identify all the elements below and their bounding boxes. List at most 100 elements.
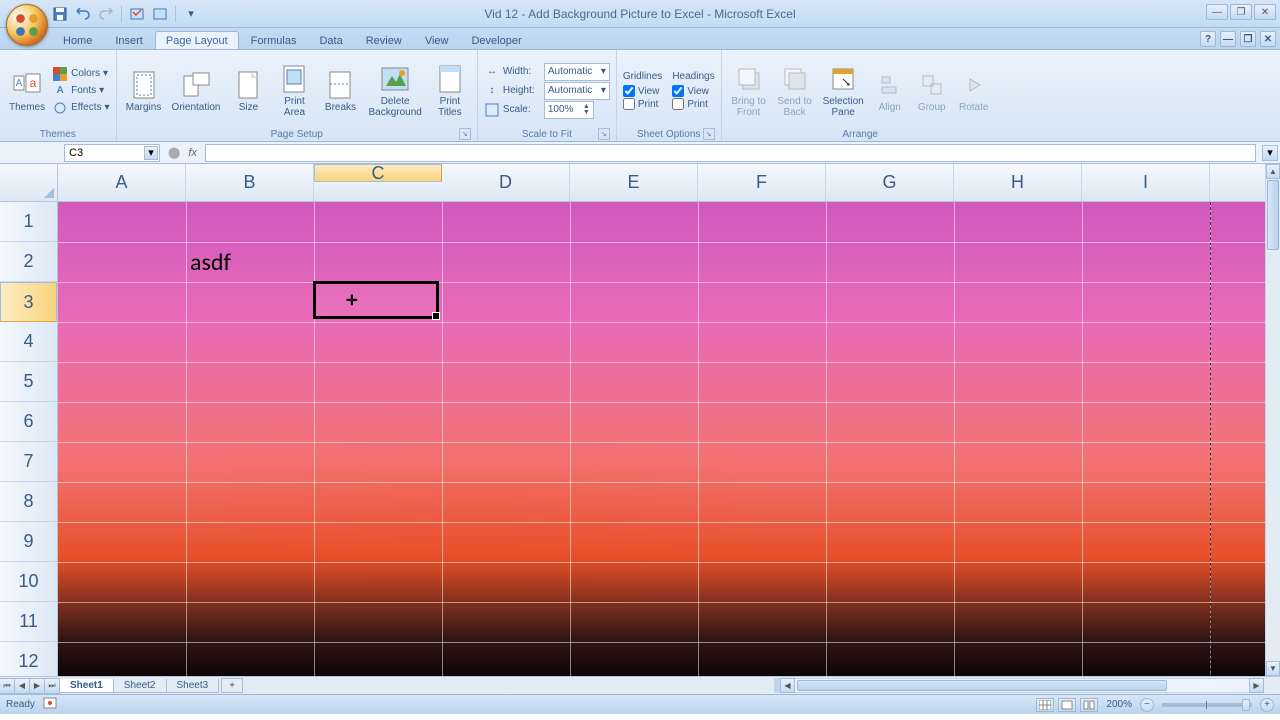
office-button[interactable] (6, 4, 48, 46)
group-button[interactable]: Group (913, 67, 951, 115)
undo-icon[interactable] (75, 6, 91, 22)
headings-view-checkbox[interactable]: View (672, 85, 714, 97)
column-header[interactable]: G (826, 164, 954, 201)
tab-formulas[interactable]: Formulas (240, 31, 308, 49)
effects-button[interactable]: Effects ▾ (52, 100, 109, 116)
scroll-left-icon[interactable]: ◀ (780, 678, 795, 693)
hscroll-thumb[interactable] (797, 680, 1167, 691)
namebox-dropdown-icon[interactable]: ▾ (144, 146, 158, 160)
column-header[interactable]: H (954, 164, 1082, 201)
delete-background-button[interactable]: Delete Background (365, 61, 424, 120)
qat-customize-icon[interactable]: ▾ (183, 6, 199, 22)
send-to-back-button[interactable]: Send to Back (774, 61, 816, 120)
tab-view[interactable]: View (414, 31, 460, 49)
orientation-button[interactable]: Orientation (169, 67, 224, 115)
tab-home[interactable]: Home (52, 31, 103, 49)
colors-button[interactable]: Colors ▾ (52, 66, 109, 82)
row-header[interactable]: 11 (0, 602, 57, 642)
column-header[interactable]: A (58, 164, 186, 201)
ribbon-restore-button[interactable]: ❐ (1240, 31, 1256, 47)
new-sheet-button[interactable]: ✦ (221, 678, 243, 693)
normal-view-button[interactable] (1036, 698, 1054, 712)
name-box[interactable]: C3 ▾ (64, 144, 160, 162)
scroll-up-icon[interactable]: ▲ (1266, 164, 1280, 179)
selection-pane-button[interactable]: Selection Pane (820, 61, 867, 120)
vscroll-thumb[interactable] (1267, 180, 1279, 250)
column-header[interactable]: D (442, 164, 570, 201)
sheet-tab-sheet2[interactable]: Sheet2 (113, 679, 167, 693)
row-header[interactable]: 2 (0, 242, 57, 282)
column-header[interactable]: I (1082, 164, 1210, 201)
row-header[interactable]: 9 (0, 522, 57, 562)
tab-page-layout[interactable]: Page Layout (155, 31, 239, 49)
bring-to-front-button[interactable]: Bring to Front (728, 61, 770, 120)
tab-data[interactable]: Data (308, 31, 353, 49)
next-sheet-button[interactable]: ▶ (29, 678, 45, 694)
page-layout-view-button[interactable] (1058, 698, 1076, 712)
height-select[interactable]: Automatic▾ (544, 82, 610, 100)
redo-icon[interactable] (98, 6, 114, 22)
page-break-view-button[interactable] (1080, 698, 1098, 712)
fonts-button[interactable]: AFonts ▾ (52, 83, 109, 99)
row-header[interactable]: 8 (0, 482, 57, 522)
column-header[interactable]: E (570, 164, 698, 201)
row-header[interactable]: 10 (0, 562, 57, 602)
tab-developer[interactable]: Developer (460, 31, 532, 49)
width-select[interactable]: Automatic▾ (544, 63, 610, 81)
last-sheet-button[interactable]: ⏭ (44, 678, 60, 694)
row-header[interactable]: 12 (0, 642, 57, 676)
gridlines-print-checkbox[interactable]: Print (623, 98, 662, 110)
column-header[interactable]: C (314, 164, 442, 182)
zoom-slider[interactable] (1162, 703, 1252, 707)
gridlines-view-checkbox[interactable]: View (623, 85, 662, 97)
scale-launcher[interactable]: ↘ (598, 128, 610, 140)
scale-spinner[interactable]: 100%▲▼ (544, 101, 594, 119)
maximize-button[interactable]: ❐ (1230, 4, 1252, 20)
scroll-down-icon[interactable]: ▼ (1266, 661, 1280, 676)
minimize-button[interactable]: — (1206, 4, 1228, 20)
ribbon-close-button[interactable]: ✕ (1260, 31, 1276, 47)
cancel-formula-icon[interactable]: ⬤ (168, 146, 180, 159)
row-header[interactable]: 4 (0, 322, 57, 362)
close-button[interactable]: ✕ (1254, 4, 1276, 20)
zoom-out-button[interactable]: − (1140, 698, 1154, 712)
ribbon-minimize-button[interactable]: — (1220, 31, 1236, 47)
breaks-button[interactable]: Breaks (319, 67, 361, 115)
qat-custom2-icon[interactable] (152, 6, 168, 22)
prev-sheet-button[interactable]: ◀ (14, 678, 30, 694)
row-header[interactable]: 5 (0, 362, 57, 402)
scroll-right-icon[interactable]: ▶ (1249, 678, 1264, 693)
page-setup-launcher[interactable]: ↘ (459, 128, 471, 140)
fx-icon[interactable]: fx (188, 147, 197, 159)
horizontal-scrollbar[interactable]: ◀ ▶ (774, 678, 1264, 693)
vertical-scrollbar[interactable]: ▲ ▼ (1265, 164, 1280, 676)
worksheet-grid[interactable]: ABCDEFGHI 123456789101112 asdf✛ ▲ ▼ (0, 164, 1280, 676)
sheet-tab-sheet3[interactable]: Sheet3 (166, 679, 220, 693)
print-titles-button[interactable]: Print Titles (429, 61, 471, 120)
tab-insert[interactable]: Insert (104, 31, 154, 49)
size-button[interactable]: Size (227, 67, 269, 115)
qat-custom1-icon[interactable] (129, 6, 145, 22)
cells-area[interactable]: asdf✛ (58, 202, 1265, 676)
print-area-button[interactable]: Print Area (273, 61, 315, 120)
sheet-tab-sheet1[interactable]: Sheet1 (59, 679, 114, 693)
tab-review[interactable]: Review (355, 31, 413, 49)
save-icon[interactable] (52, 6, 68, 22)
zoom-level[interactable]: 200% (1106, 699, 1132, 710)
row-header[interactable]: 6 (0, 402, 57, 442)
align-button[interactable]: Align (871, 67, 909, 115)
row-header[interactable]: 1 (0, 202, 57, 242)
rotate-button[interactable]: Rotate (955, 67, 993, 115)
sheet-options-launcher[interactable]: ↘ (703, 128, 715, 140)
themes-button[interactable]: Aa Themes (6, 67, 48, 115)
macro-record-icon[interactable] (43, 696, 57, 713)
headings-print-checkbox[interactable]: Print (672, 98, 714, 110)
column-header[interactable]: F (698, 164, 826, 201)
cell-B2[interactable]: asdf (186, 242, 314, 282)
row-header[interactable]: 3 (0, 282, 57, 322)
column-header[interactable]: B (186, 164, 314, 201)
expand-formula-bar-icon[interactable]: ▾ (1262, 145, 1278, 161)
formula-bar[interactable] (205, 144, 1256, 162)
margins-button[interactable]: Margins (123, 67, 165, 115)
select-all-corner[interactable] (0, 164, 58, 202)
